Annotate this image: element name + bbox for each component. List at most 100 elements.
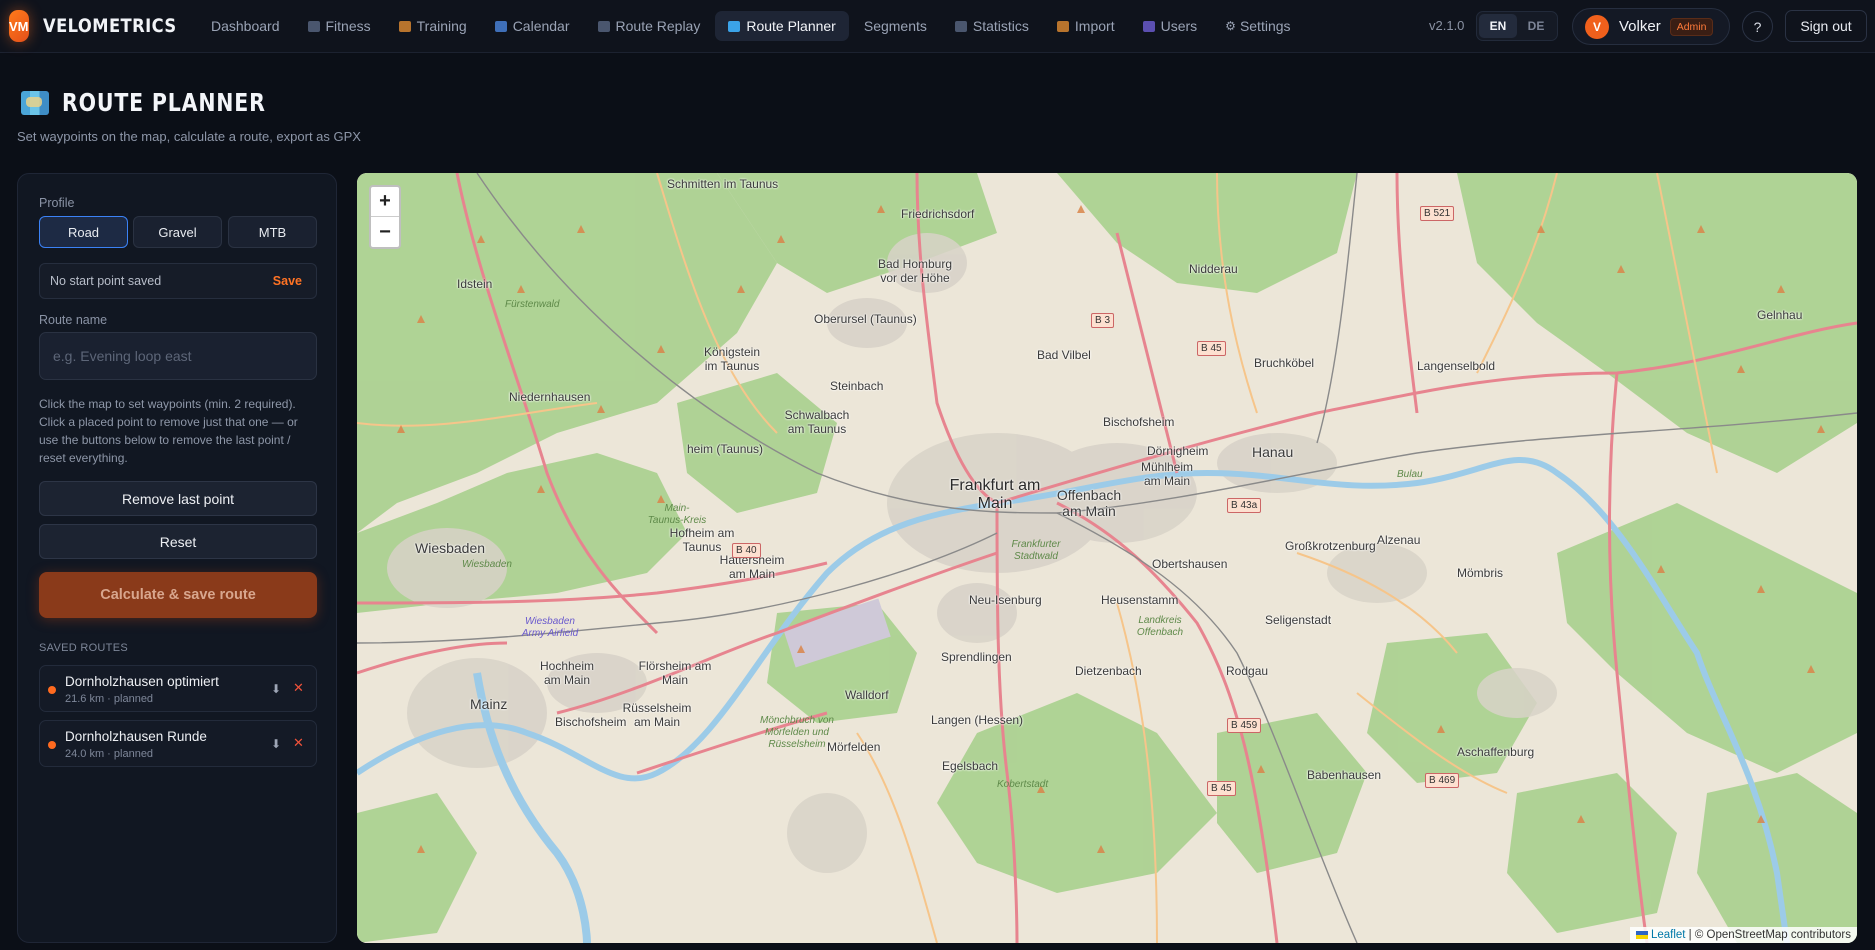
map-label: Steinbach [830, 379, 884, 393]
map-label: Babenhausen [1307, 768, 1382, 782]
help-button[interactable]: ? [1742, 11, 1773, 42]
map-label: Seligenstadt [1265, 613, 1332, 627]
start-point-status: No start point saved [50, 274, 162, 288]
saved-route-item[interactable]: Dornholzhausen optimiert 21.6 km · plann… [39, 665, 317, 712]
map-label: Bad Homburg vor der Höhe [877, 257, 953, 285]
start-point-row: No start point saved Save [39, 263, 317, 299]
map-label: Obertshausen [1152, 557, 1228, 571]
nav-route-planner[interactable]: Route Planner [715, 11, 849, 41]
map-label: Wiesbaden [415, 540, 486, 556]
map-label: Dietzenbach [1075, 664, 1142, 678]
route-map[interactable]: Schmitten im Taunus Friedrichsdorf Idste… [357, 173, 1857, 943]
lang-en-button[interactable]: EN [1479, 14, 1517, 38]
map-label: Rüsselsheim am Main [622, 701, 692, 729]
map-label: Neu-Isenburg [969, 593, 1042, 607]
planner-panel: Profile Road Gravel MTB No start point s… [17, 173, 337, 943]
map-label: Mömbris [1457, 566, 1504, 580]
nav-training[interactable]: Training [386, 11, 480, 41]
route-meta: 21.6 km · planned [65, 693, 154, 705]
waypoint-hint: Click the map to set waypoints (min. 2 r… [39, 397, 298, 465]
brand[interactable]: VM VELOMETRICS [9, 10, 194, 42]
map-label: Bad Vilbel [1037, 348, 1091, 362]
language-switch: EN DE [1476, 11, 1558, 41]
download-icon[interactable]: ⬇ [271, 682, 281, 696]
road-shield: B 40 [732, 543, 761, 558]
remove-last-point-button[interactable]: Remove last point [39, 481, 317, 516]
map-tiles [357, 173, 1857, 943]
map-label: Offenbach am Main [1056, 487, 1122, 519]
calendar-icon [494, 20, 507, 32]
road-shield: B 459 [1227, 718, 1262, 733]
bar-chart-icon [954, 20, 967, 32]
app-name: VELOMETRICS [42, 15, 177, 37]
sign-out-button[interactable]: Sign out [1785, 10, 1867, 42]
road-shield: B 45 [1197, 341, 1226, 356]
route-name-label: Route name [39, 313, 108, 327]
road-shield: B 521 [1420, 206, 1455, 221]
map-label: Wiesbaden Army Airfield [521, 616, 579, 639]
map-label: Langenselbold [1417, 359, 1496, 373]
user-name: Volker [1619, 18, 1661, 35]
lang-de-button[interactable]: DE [1517, 14, 1555, 38]
nav-import[interactable]: Import [1044, 11, 1128, 41]
map-label: Main-Taunus-Kreis [647, 503, 707, 526]
map-label: Bischofsheim [1103, 415, 1175, 429]
road-shield: B 469 [1425, 773, 1460, 788]
delete-icon[interactable]: ✕ [293, 735, 304, 751]
map-label: Flörsheim am Main [638, 659, 712, 687]
map-label: Bischofsheim [555, 715, 627, 729]
saved-route-item[interactable]: Dornholzhausen Runde 24.0 km · planned ⬇… [39, 720, 317, 767]
map-label: Idstein [457, 277, 493, 291]
folder-icon [1056, 20, 1069, 32]
avatar: V [1585, 14, 1609, 39]
calculate-save-route-button[interactable]: Calculate & save route [39, 572, 317, 618]
map-label: Egelsbach [942, 759, 999, 773]
nav-users[interactable]: Users [1130, 11, 1211, 41]
zoom-in-button[interactable]: + [371, 187, 399, 217]
road-shield: B 3 [1091, 313, 1115, 328]
ukraine-flag-icon [1635, 930, 1648, 939]
map-label: Landkreis Offenbach [1136, 615, 1184, 638]
top-nav-bar: VM VELOMETRICS Dashboard Fitness Trainin… [0, 0, 1875, 53]
page-subtitle: Set waypoints on the map, calculate a ro… [17, 129, 361, 144]
zoom-out-button[interactable]: − [371, 217, 399, 247]
map-label: Langen (Hessen) [931, 713, 1024, 727]
route-name-input[interactable] [39, 332, 317, 380]
map-label: Sprendlingen [941, 650, 1012, 664]
profile-gravel-button[interactable]: Gravel [133, 216, 222, 248]
replay-icon [597, 20, 610, 32]
map-label: Schmitten im Taunus [667, 177, 779, 191]
nav-fitness[interactable]: Fitness [295, 11, 384, 41]
nav-statistics[interactable]: Statistics [942, 11, 1042, 41]
map-label: Oberursel (Taunus) [814, 312, 917, 326]
nav-dashboard[interactable]: Dashboard [198, 11, 293, 41]
main-nav: Dashboard Fitness Training Calendar Rout… [198, 11, 1306, 41]
nav-route-replay[interactable]: Route Replay [585, 11, 714, 41]
reset-button[interactable]: Reset [39, 524, 317, 559]
map-label: Alzenau [1377, 533, 1421, 547]
delete-icon[interactable]: ✕ [293, 680, 304, 696]
nav-settings[interactable]: ⚙ Settings [1212, 11, 1303, 41]
user-menu[interactable]: V Volker Admin [1572, 8, 1730, 45]
profile-label: Profile [39, 196, 75, 210]
download-icon[interactable]: ⬇ [271, 737, 281, 751]
map-label: Kobertstadt [997, 779, 1049, 790]
save-start-point-button[interactable]: Save [273, 274, 302, 288]
map-label: Frankfurt am Main [949, 477, 1041, 512]
map-label: Wiesbaden [462, 559, 512, 570]
leaflet-link[interactable]: Leaflet [1651, 929, 1686, 941]
route-dot [48, 741, 56, 749]
map-label: Heusenstamm [1101, 593, 1179, 607]
nav-label: Calendar [512, 18, 570, 34]
road-shield: B 43a [1227, 498, 1262, 513]
nav-calendar[interactable]: Calendar [482, 11, 583, 41]
profile-road-button[interactable]: Road [39, 216, 128, 248]
chart-icon [307, 20, 320, 32]
profile-mtb-button[interactable]: MTB [228, 216, 317, 248]
nav-label: Route Replay [615, 18, 701, 34]
nav-label: Fitness [325, 18, 371, 34]
map-label: Frankfurter Stadtwald [1011, 539, 1061, 562]
nav-segments[interactable]: Segments [851, 11, 940, 41]
world-map-icon [21, 90, 49, 115]
map-label: Mühlheim am Main [1140, 460, 1194, 488]
